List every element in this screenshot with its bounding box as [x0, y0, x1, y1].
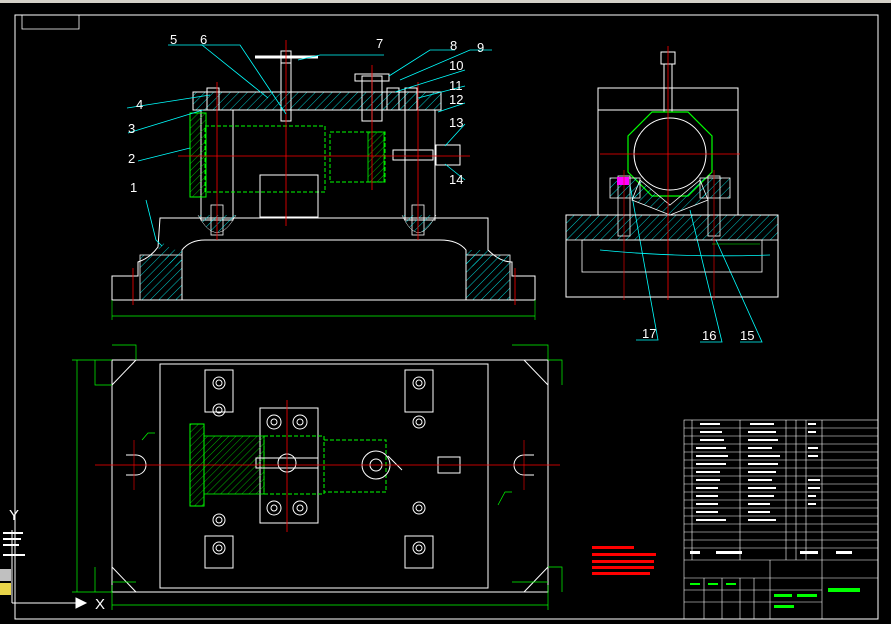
top-corner-chamfer-tr — [523, 359, 549, 386]
top-corner-chamfer-tl — [111, 359, 137, 386]
part-number: 12 — [449, 92, 463, 107]
side-guide-curve — [599, 249, 771, 257]
part-number: 15 — [740, 328, 754, 343]
x-axis-label: X — [95, 596, 105, 613]
top-base-outer — [111, 359, 549, 593]
top-clamp-plate — [192, 91, 442, 111]
y-axis-label: Y — [9, 507, 19, 524]
front-view — [111, 40, 536, 320]
ucs-icon — [11, 530, 88, 609]
workpiece-body — [204, 125, 326, 193]
side-view — [565, 46, 779, 300]
part-number: 16 — [702, 328, 716, 343]
side-magenta-key — [617, 177, 629, 185]
top-center-clamp — [259, 407, 319, 524]
top-plate-left — [204, 369, 234, 413]
top-plate-left-b — [204, 535, 234, 569]
base-top-inner — [181, 239, 467, 300]
side-base-hatch — [565, 214, 779, 241]
left-tool-strip — [0, 531, 11, 603]
part-number: 3 — [128, 121, 135, 136]
part-number: 11 — [449, 78, 463, 93]
bom-text-blocks — [690, 423, 852, 554]
part-number: 14 — [449, 172, 463, 187]
side-vblock-hatch — [631, 179, 709, 216]
top-corner-chamfer-bl — [111, 566, 137, 593]
part-number: 4 — [136, 97, 143, 112]
part-number: 9 — [477, 40, 484, 55]
top-corner-chamfer-br — [523, 566, 549, 593]
layer-tool-icon[interactable] — [0, 569, 11, 581]
top-plate-right-b — [404, 535, 434, 569]
workpiece-knurl — [367, 131, 385, 183]
center-block — [259, 174, 319, 218]
part-numbers: 1 2 3 4 5 6 7 8 9 10 11 12 13 14 15 16 1… — [128, 32, 754, 343]
right-bolt-hatch — [401, 214, 437, 233]
part-number: 17 — [642, 326, 656, 341]
part-number: 7 — [376, 36, 383, 51]
snap-tool-icon[interactable] — [0, 583, 11, 595]
side-right-clamp — [699, 177, 731, 199]
part-number: 8 — [450, 38, 457, 53]
top-workpiece-sleeve — [323, 439, 387, 493]
title-block-highlights — [690, 583, 860, 608]
side-screw — [392, 149, 434, 161]
workpiece-flange — [189, 112, 207, 198]
technical-notes — [592, 546, 656, 575]
drawing-canvas[interactable]: 1 2 3 4 5 6 7 8 9 10 11 12 13 14 15 16 1… — [0, 3, 891, 624]
part-number: 1 — [130, 180, 137, 195]
part-number: 10 — [449, 58, 463, 73]
part-number: 2 — [128, 151, 135, 166]
part-number: 6 — [200, 32, 207, 47]
right-pillar — [404, 109, 436, 221]
side-nut — [435, 144, 461, 166]
frame-corner-mark — [21, 15, 80, 30]
top-plate-right — [404, 369, 434, 413]
top-view — [72, 344, 563, 610]
part-number: 5 — [170, 32, 177, 47]
part-number: 13 — [449, 115, 463, 130]
